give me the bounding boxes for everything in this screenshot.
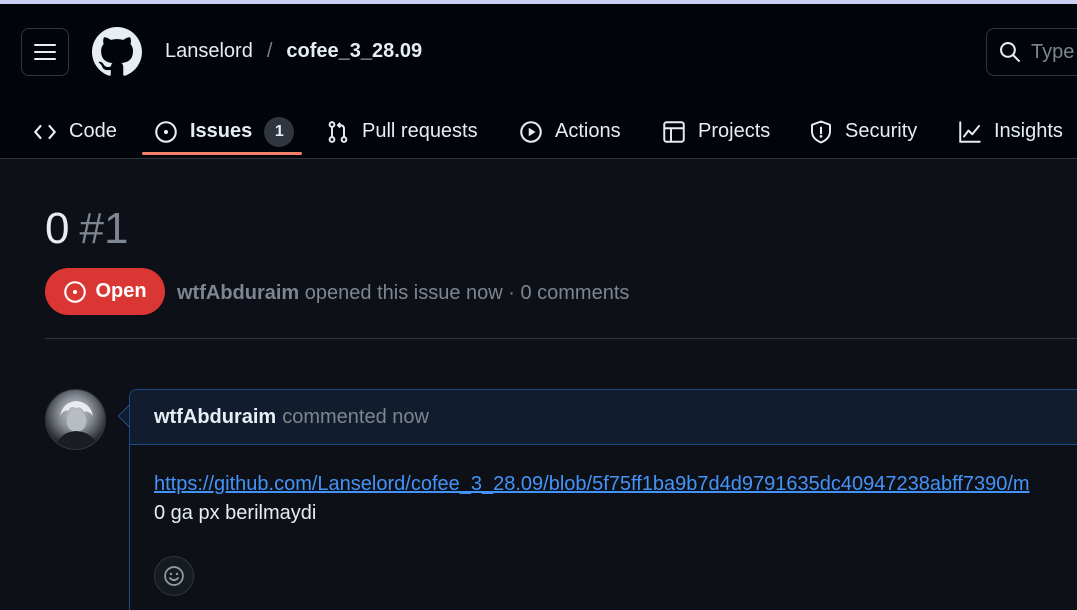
repo-nav-tabs: Code Issues 1 Pull requests Actions Proj… bbox=[0, 104, 1077, 159]
owner-link[interactable]: Lanselord bbox=[165, 40, 253, 63]
code-icon bbox=[34, 124, 56, 139]
comment-body: https://github.com/Lanselord/cofee_3_28.… bbox=[130, 445, 1077, 525]
avatar-image bbox=[54, 401, 99, 449]
tab-security[interactable]: Security bbox=[809, 104, 917, 159]
repo-link[interactable]: cofee_3_28.09 bbox=[286, 40, 422, 63]
add-reaction-button[interactable] bbox=[154, 556, 194, 596]
tab-insights[interactable]: Insights bbox=[958, 104, 1063, 159]
active-tab-underline bbox=[142, 152, 302, 155]
search-input[interactable]: Type bbox=[986, 28, 1077, 76]
tab-pull-requests-label: Pull requests bbox=[362, 120, 478, 142]
issue-meta-text: opened this issue now · 0 comments bbox=[304, 282, 630, 304]
search-placeholder: Type bbox=[1031, 40, 1075, 63]
menu-button[interactable] bbox=[21, 28, 69, 76]
comment-link[interactable]: https://github.com/Lanselord/cofee_3_28.… bbox=[154, 473, 1064, 496]
comment-header: wtfAbduraim commented now bbox=[130, 390, 1077, 445]
github-logo-icon[interactable] bbox=[92, 27, 142, 77]
avatar[interactable] bbox=[45, 389, 106, 450]
issue-title: 0 #1 bbox=[45, 204, 128, 254]
comment-card: wtfAbduraim commented now https://github… bbox=[129, 389, 1077, 610]
issue-state-badge: Open bbox=[45, 268, 165, 315]
tab-security-label: Security bbox=[845, 120, 918, 142]
issue-meta: wtfAbduraim opened this issue now · 0 co… bbox=[177, 282, 629, 305]
issue-title-text: 0 bbox=[45, 204, 70, 253]
hamburger-icon bbox=[34, 44, 56, 60]
search-icon bbox=[1000, 42, 1020, 62]
table-icon bbox=[663, 120, 685, 143]
tab-projects-label: Projects bbox=[698, 120, 771, 142]
tab-insights-label: Insights bbox=[994, 120, 1063, 142]
issue-number: #1 bbox=[79, 204, 129, 253]
tab-issues[interactable]: Issues 1 bbox=[154, 104, 295, 159]
breadcrumb: Lanselord / cofee_3_28.09 bbox=[165, 40, 422, 63]
git-pull-request-icon bbox=[328, 120, 348, 143]
tab-pull-requests[interactable]: Pull requests bbox=[326, 104, 478, 159]
shield-icon bbox=[811, 120, 831, 143]
issues-counter: 1 bbox=[264, 116, 295, 147]
tab-code[interactable]: Code bbox=[33, 104, 117, 159]
breadcrumb-separator: / bbox=[266, 40, 273, 62]
graph-icon bbox=[959, 120, 981, 143]
comment-author-link[interactable]: wtfAbduraim bbox=[154, 406, 276, 429]
smiley-icon bbox=[164, 566, 184, 586]
tab-projects[interactable]: Projects bbox=[662, 104, 770, 159]
tab-actions-label: Actions bbox=[555, 120, 621, 142]
comment-text: 0 ga px berilmaydi bbox=[154, 502, 317, 524]
issue-author-link[interactable]: wtfAbduraim bbox=[177, 282, 299, 304]
tab-issues-label: Issues bbox=[190, 120, 253, 142]
issue-opened-icon bbox=[64, 280, 87, 303]
repo-header: Lanselord / cofee_3_28.09 Type Code Issu… bbox=[0, 4, 1077, 159]
issue-opened-icon bbox=[155, 120, 177, 143]
tab-code-label: Code bbox=[69, 120, 117, 142]
play-icon bbox=[520, 120, 542, 143]
tab-actions[interactable]: Actions bbox=[519, 104, 621, 159]
comment-timestamp[interactable]: commented now bbox=[282, 406, 429, 429]
issue-state-label: Open bbox=[95, 280, 147, 302]
header-divider bbox=[45, 338, 1077, 339]
